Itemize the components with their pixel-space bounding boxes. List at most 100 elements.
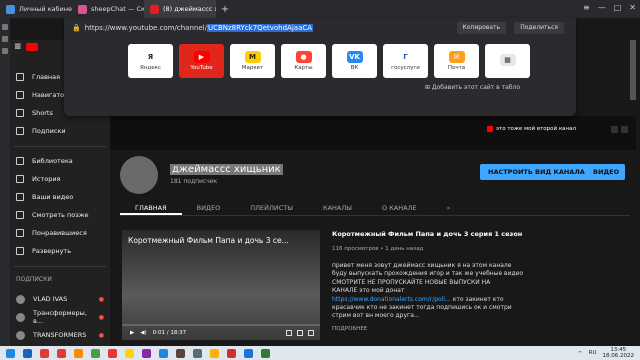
tab-sheepchat[interactable]: sheepChat — Скачивание <box>72 0 144 18</box>
youtube-logo[interactable]: ≡ <box>14 42 38 52</box>
taskbar-app-icon[interactable] <box>91 348 100 358</box>
youtube-favicon-icon <box>150 4 159 14</box>
language-indicator[interactable]: RU <box>589 350 597 356</box>
sidebar-item-liked[interactable]: Понравившиеся <box>10 226 110 240</box>
clock[interactable]: 13:45 18.06.2022 <box>603 347 635 359</box>
speed-dial-tile[interactable]: ▶ YouTube <box>179 44 224 78</box>
share-button[interactable]: Поделиться <box>514 22 564 34</box>
avatar <box>16 294 25 304</box>
tab-videos[interactable]: ВИДЕО <box>182 200 236 215</box>
speed-dial-tile[interactable]: Я Яндекс <box>128 44 173 78</box>
search-icon[interactable]: ⌕ <box>432 200 466 215</box>
volume-icon[interactable]: ◀) <box>140 330 146 336</box>
menu-icon[interactable]: ≡ <box>583 3 590 12</box>
youtube-icon <box>487 126 493 132</box>
address-bar[interactable]: 🔒 https://www.youtube.com/channel/UCBNz8… <box>72 21 568 35</box>
description-line: привет меня зовут джеймасс хищьник я на … <box>332 262 512 269</box>
social-icon[interactable] <box>611 126 618 133</box>
side-panel-icon[interactable] <box>2 48 8 54</box>
windows-start-icon[interactable] <box>6 348 15 358</box>
tab-channels[interactable]: КАНАЛЫ <box>308 200 367 215</box>
side-panel-icon[interactable] <box>2 24 8 30</box>
tile-label: ВК <box>350 65 359 71</box>
tab-about[interactable]: О КАНАЛЕ <box>367 200 432 215</box>
banner-link[interactable]: это тоже мой второй канал <box>487 126 576 132</box>
taskbar-app-icon[interactable] <box>57 348 66 358</box>
add-to-speed-dial[interactable]: ⊞ Добавить этот сайт в табло <box>425 84 520 91</box>
sidebar-item-label: Навигатор <box>32 91 69 99</box>
speed-dial-tile[interactable]: ● Карты <box>281 44 326 78</box>
close-window-icon[interactable]: ✕ <box>629 3 636 12</box>
tab-home[interactable]: ГЛАВНАЯ <box>120 200 182 215</box>
video-title[interactable]: Коротмежный Фильм Папа и дочь 3 серия 1 … <box>332 230 522 238</box>
windows-taskbar: ⌔ RU 13:45 18.06.2022 <box>0 346 640 360</box>
video-player[interactable]: Коротмежный Фильм Папа и дочь 3 се... ▶ … <box>122 230 320 340</box>
scrollbar[interactable] <box>630 40 636 100</box>
tile-icon: VK <box>346 51 363 63</box>
taskbar-app-icon[interactable] <box>159 348 168 358</box>
speed-dial-tile[interactable]: Ггосуслуги <box>383 44 428 78</box>
sidebar-item-expand[interactable]: Развернуть <box>10 244 110 258</box>
speed-dial-tile[interactable]: ✉ Почта <box>434 44 479 78</box>
social-icon[interactable] <box>621 126 628 133</box>
manage-videos-button[interactable]: ВИДЕО <box>587 164 626 180</box>
tab-personal-cabinet[interactable]: Личный кабинет <box>0 0 72 18</box>
sidebar-item-label: Смотреть позже <box>32 211 89 219</box>
sidebar-divider <box>14 146 106 147</box>
tab-playlists[interactable]: ПЛЕЙЛИСТЫ <box>235 200 308 215</box>
wifi-icon[interactable]: ⌔ <box>577 350 582 357</box>
tile-label: Почта <box>447 65 466 71</box>
settings-icon[interactable] <box>297 330 303 336</box>
donation-link[interactable]: https://www.donationalerts.com/r/poli... <box>332 296 451 303</box>
player-controls: ▶ ◀) 0:01 / 18:37 <box>122 326 320 340</box>
lock-icon[interactable]: 🔒 <box>72 24 81 32</box>
copy-url-button[interactable]: Копировать <box>456 22 506 34</box>
taskbar-app-icon[interactable] <box>193 348 202 358</box>
sidebar-item-subscriptions[interactable]: Подписки <box>10 124 110 138</box>
taskbar-app-icon[interactable] <box>244 348 253 358</box>
tab-label: sheepChat — Скачивание <box>91 5 144 13</box>
taskbar-app-icon[interactable] <box>227 348 236 358</box>
subscription-item[interactable]: VLAD IVAS ● <box>10 292 110 306</box>
subscription-label: TRANSFORMERS <box>33 331 87 339</box>
channel-avatar[interactable] <box>120 156 158 194</box>
taskbar-app-icon[interactable] <box>125 348 134 358</box>
play-icon[interactable]: ▶ <box>130 330 134 336</box>
sidebar-item-watch-later[interactable]: Смотреть позже <box>10 208 110 222</box>
taskbar-app-icon[interactable] <box>74 348 83 358</box>
library-icon <box>16 157 24 165</box>
taskbar-app-icon[interactable] <box>210 348 219 358</box>
taskbar-app-icon[interactable] <box>108 348 117 358</box>
taskbar-app-icon[interactable] <box>261 348 270 358</box>
speed-dial-tile[interactable]: VK ВК <box>332 44 377 78</box>
tile-icon: M <box>244 51 261 63</box>
subtitles-icon[interactable] <box>286 330 292 336</box>
minimize-icon[interactable]: — <box>598 3 606 12</box>
player-title[interactable]: Коротмежный Фильм Папа и дочь 3 се... <box>128 236 289 245</box>
clock-date: 18.06.2022 <box>602 353 635 359</box>
sidebar-item-label: Главная <box>32 73 61 81</box>
subscription-item[interactable]: Трансформеры, в... ● <box>10 309 110 325</box>
sidebar-item-history[interactable]: История <box>10 172 110 186</box>
taskbar-app-icon[interactable] <box>23 348 32 358</box>
hamburger-menu-icon[interactable]: ≡ <box>14 42 22 52</box>
video-icon <box>16 193 24 201</box>
subscription-item[interactable]: TRANSFORMERS ● <box>10 328 110 342</box>
taskbar-app-icon[interactable] <box>40 348 49 358</box>
compass-icon <box>16 91 24 99</box>
tile-icon: ● <box>295 51 312 63</box>
customize-channel-button[interactable]: НАСТРОИТЬ ВИД КАНАЛА <box>480 164 593 180</box>
fullscreen-icon[interactable] <box>308 330 314 336</box>
taskbar-app-icon[interactable] <box>176 348 185 358</box>
sidebar-item-library[interactable]: Библиотека <box>10 154 110 168</box>
new-tab-button[interactable]: + <box>216 4 234 15</box>
side-panel-icon[interactable] <box>2 36 8 42</box>
speed-dial-tile[interactable]: ▦ <box>485 44 530 78</box>
tile-label: Карты <box>294 65 313 71</box>
speed-dial-tile[interactable]: M Маркет <box>230 44 275 78</box>
maximize-icon[interactable]: □ <box>614 3 622 12</box>
more-button[interactable]: ПОДРОБНЕЕ <box>332 326 367 332</box>
sidebar-item-your-videos[interactable]: Ваши видео <box>10 190 110 204</box>
tab-youtube-channel[interactable]: (8) джеймассс хищьни✕ <box>144 0 216 18</box>
taskbar-app-icon[interactable] <box>142 348 151 358</box>
